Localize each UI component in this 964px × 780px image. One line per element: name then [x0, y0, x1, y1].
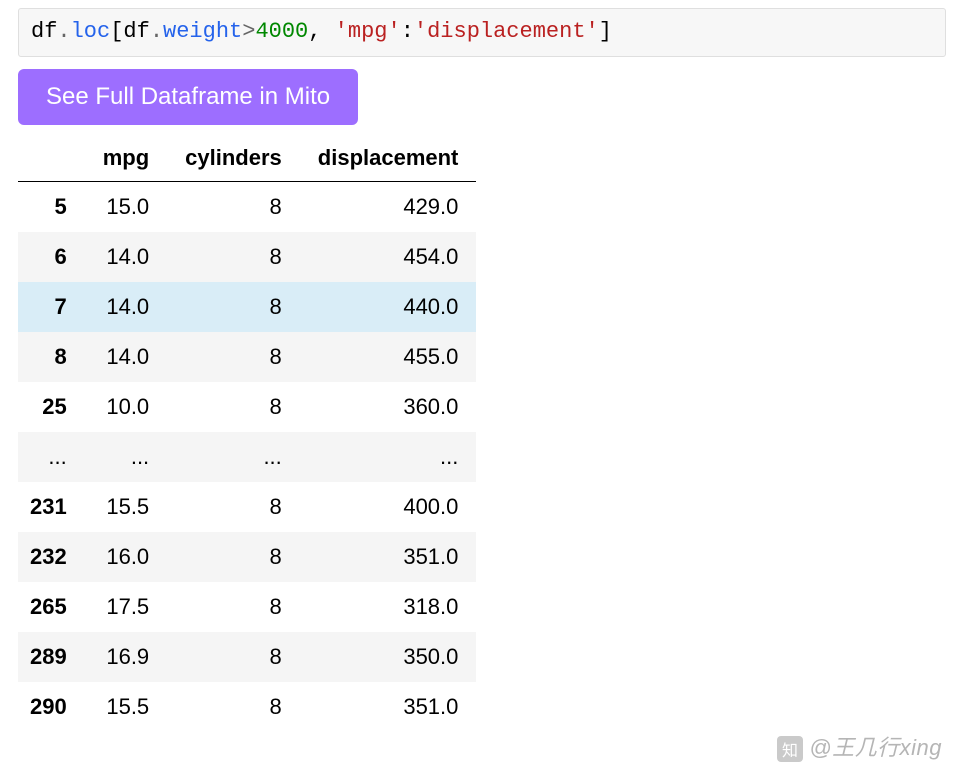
code-token: :	[401, 19, 414, 44]
table-cell: 318.0	[300, 582, 477, 632]
table-cell: 15.5	[85, 682, 167, 732]
row-index: 5	[18, 181, 85, 232]
table-row: 515.08429.0	[18, 181, 476, 232]
column-header: displacement	[300, 135, 477, 182]
row-index: 7	[18, 282, 85, 332]
code-token: [	[110, 19, 123, 44]
table-cell: ...	[85, 432, 167, 482]
code-token: loc	[71, 19, 111, 44]
table-row: 714.08440.0	[18, 282, 476, 332]
code-token: .	[57, 19, 70, 44]
table-row: 29015.58351.0	[18, 682, 476, 732]
table-cell: 8	[167, 181, 300, 232]
table-cell: 8	[167, 332, 300, 382]
table-cell: 351.0	[300, 682, 477, 732]
output-area: See Full Dataframe in Mito mpgcylindersd…	[18, 69, 946, 732]
row-index: 8	[18, 332, 85, 382]
row-index: 6	[18, 232, 85, 282]
code-token: df	[31, 19, 57, 44]
table-row: 23115.58400.0	[18, 482, 476, 532]
table-cell: 351.0	[300, 532, 477, 582]
table-cell: 8	[167, 282, 300, 332]
table-row: 23216.08351.0	[18, 532, 476, 582]
table-row: 614.08454.0	[18, 232, 476, 282]
code-token: ]	[599, 19, 612, 44]
zhihu-icon	[777, 736, 803, 762]
table-cell: 440.0	[300, 282, 477, 332]
table-cell: 14.0	[85, 232, 167, 282]
dataframe-table: mpgcylindersdisplacement 515.08429.0614.…	[18, 135, 476, 732]
row-index: 231	[18, 482, 85, 532]
column-header: cylinders	[167, 135, 300, 182]
table-cell: 8	[167, 382, 300, 432]
table-cell: 8	[167, 532, 300, 582]
watermark: @王几行xing	[777, 730, 942, 762]
code-token: df	[123, 19, 149, 44]
table-cell: 8	[167, 482, 300, 532]
row-index: 232	[18, 532, 85, 582]
table-cell: ...	[167, 432, 300, 482]
row-index: 265	[18, 582, 85, 632]
watermark-text: @王几行xing	[809, 735, 942, 760]
code-token: weight	[163, 19, 242, 44]
table-cell: 17.5	[85, 582, 167, 632]
table-cell: ...	[300, 432, 477, 482]
table-cell: 350.0	[300, 632, 477, 682]
table-cell: 14.0	[85, 332, 167, 382]
table-row: 814.08455.0	[18, 332, 476, 382]
table-cell: 429.0	[300, 181, 477, 232]
code-token: 'mpg'	[335, 19, 401, 44]
code-input-cell[interactable]: df.loc[df.weight>4000, 'mpg':'displaceme…	[18, 8, 946, 57]
table-cell: 400.0	[300, 482, 477, 532]
code-token: 4000	[255, 19, 308, 44]
table-cell: 8	[167, 582, 300, 632]
table-cell: 360.0	[300, 382, 477, 432]
table-cell: 15.5	[85, 482, 167, 532]
table-cell: 8	[167, 682, 300, 732]
row-index: ...	[18, 432, 85, 482]
table-cell: 10.0	[85, 382, 167, 432]
row-index: 290	[18, 682, 85, 732]
table-cell: 8	[167, 232, 300, 282]
table-row: ............	[18, 432, 476, 482]
index-header	[18, 135, 85, 182]
code-token: ,	[308, 19, 334, 44]
table-header-row: mpgcylindersdisplacement	[18, 135, 476, 182]
table-cell: 15.0	[85, 181, 167, 232]
code-token: 'displacement'	[414, 19, 599, 44]
table-cell: 454.0	[300, 232, 477, 282]
code-token: .	[150, 19, 163, 44]
column-header: mpg	[85, 135, 167, 182]
table-cell: 8	[167, 632, 300, 682]
table-cell: 16.0	[85, 532, 167, 582]
table-cell: 16.9	[85, 632, 167, 682]
code-token: >	[242, 19, 255, 44]
table-row: 26517.58318.0	[18, 582, 476, 632]
table-row: 2510.08360.0	[18, 382, 476, 432]
table-cell: 14.0	[85, 282, 167, 332]
row-index: 25	[18, 382, 85, 432]
table-row: 28916.98350.0	[18, 632, 476, 682]
table-cell: 455.0	[300, 332, 477, 382]
mito-open-button[interactable]: See Full Dataframe in Mito	[18, 69, 358, 125]
row-index: 289	[18, 632, 85, 682]
